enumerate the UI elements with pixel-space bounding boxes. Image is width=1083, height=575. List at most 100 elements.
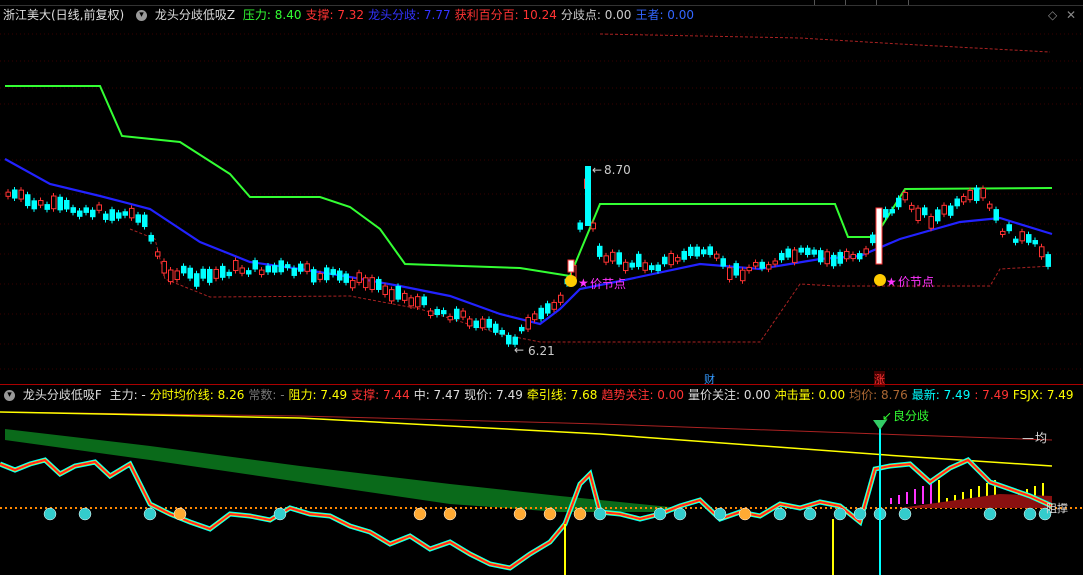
candle-body [902,192,908,201]
candle-body [421,296,427,306]
main-indicator-item: 分歧点: 0.00 [560,8,632,22]
toolbar-button[interactable] [908,0,1083,5]
sub-indicator-values: 主力: - 分时均价线: 8.26 常数: - 阻力: 7.49 支撑: 7.44 中: … [110,388,1078,402]
candle-body [350,280,356,289]
candle-body [759,261,765,269]
candle-body [499,330,505,335]
down-signal-icon [273,507,287,521]
candle-body [1000,230,1006,235]
candle-body [863,248,869,255]
volume-bar [890,498,892,504]
candle-body [376,278,382,290]
price-node-label: 价节点 [590,277,626,291]
candle-body [993,209,999,221]
sub-indicator-menu-icon[interactable]: ▾ [4,390,15,401]
candle-body [168,269,174,283]
candle-body [31,200,37,210]
candle-body [51,195,57,210]
candle-body [1032,240,1038,245]
candle-body [161,260,167,274]
candle-body [701,249,707,255]
up-signal-icon [573,507,587,521]
candle-body [12,189,18,199]
candle-body [538,307,544,320]
candle-body [746,266,752,272]
up-signal-icon [443,507,457,521]
candle-body [382,285,388,295]
candle-body [980,187,986,199]
candle-body [337,270,343,281]
main-indicator-item: 龙头分歧: 7.77 [368,8,451,22]
candle-body [434,309,440,316]
volume-bar [922,486,924,504]
candle-body [96,204,102,211]
candle-body [454,308,460,320]
candle-body [642,262,648,271]
good-divergence-arrow-icon: ↙ [882,409,892,423]
volume-bar [906,492,908,504]
sub-indicator-item: 分时均价线: 8.26 [149,388,245,402]
candle-body [83,207,89,213]
main-indicator-values: 压力: 8.40 支撑: 7.32 龙头分歧: 7.77 获利百分百: 10.24 分歧… [243,8,698,22]
sub-indicator-name[interactable]: 龙头分歧低吸F [23,388,102,402]
candle-body [798,247,804,253]
candle-body [941,204,947,215]
candle-body [707,246,713,255]
indicator-name[interactable]: 龙头分歧低吸Z [155,8,235,22]
down-signal-icon [773,507,787,521]
main-indicator-item: 王者: 0.00 [635,8,695,22]
candle-body [252,260,258,270]
candle-body [909,204,915,210]
candle-body [311,269,317,283]
candle-body [603,255,609,263]
sub-indicator-item: 现价: 7.49 [464,388,523,402]
candle-body [122,211,128,216]
candle-body [733,263,739,276]
pane-divider[interactable] [0,384,1083,385]
candle-body [330,269,336,275]
pressure-line [5,85,1053,278]
candle-body [850,253,856,260]
candle-body [857,253,863,260]
main-candle-chart[interactable]: ← 8.70← 6.21★ 价节点 ★ 价节点 [0,24,1083,384]
volume-bar [930,483,932,504]
candle-body [636,253,642,268]
candle-body [688,246,694,257]
candle-body [818,250,824,263]
indicator-menu-icon[interactable]: ▾ [136,10,148,21]
candle-body [766,264,772,270]
candle-body [831,254,837,267]
candle-body [77,210,83,217]
pane-expand-icon[interactable]: ◇ [1048,8,1057,22]
candle-body [720,258,726,267]
candle-body [681,250,687,260]
down-signal-icon [983,507,997,521]
sub-indicator-item: 量价关注: 0.00 [688,388,771,402]
candle-body [577,222,583,230]
candle-body [38,200,44,206]
candle-body [675,257,681,262]
candle-body [291,267,297,276]
toolbar-button[interactable] [845,0,876,5]
candle-body [1019,231,1025,242]
candle-body [473,320,479,329]
candle-body [967,189,973,201]
sub-indicator-item: 常数: - [248,388,285,402]
candle-body [1045,254,1051,267]
pane-close-icon[interactable]: ✕ [1066,8,1076,22]
candle-body [948,205,954,216]
candle-body [395,285,401,300]
candle-body [519,326,525,332]
candle-body [142,214,148,228]
candle-body [460,310,466,318]
toolbar-button[interactable] [814,0,845,5]
candle-body [727,267,733,280]
toolbar-button[interactable] [876,0,907,5]
sub-indicator-chart[interactable]: ↙ 良分歧 — 均阻撑 [0,404,1083,575]
sub-indicator-item: 最新: 7.49 [911,388,971,402]
candle-body [25,194,31,207]
candle-body [585,166,591,226]
candle-body [239,267,245,274]
volume-bar [938,480,940,504]
low-price-label: 6.21 [528,344,555,358]
